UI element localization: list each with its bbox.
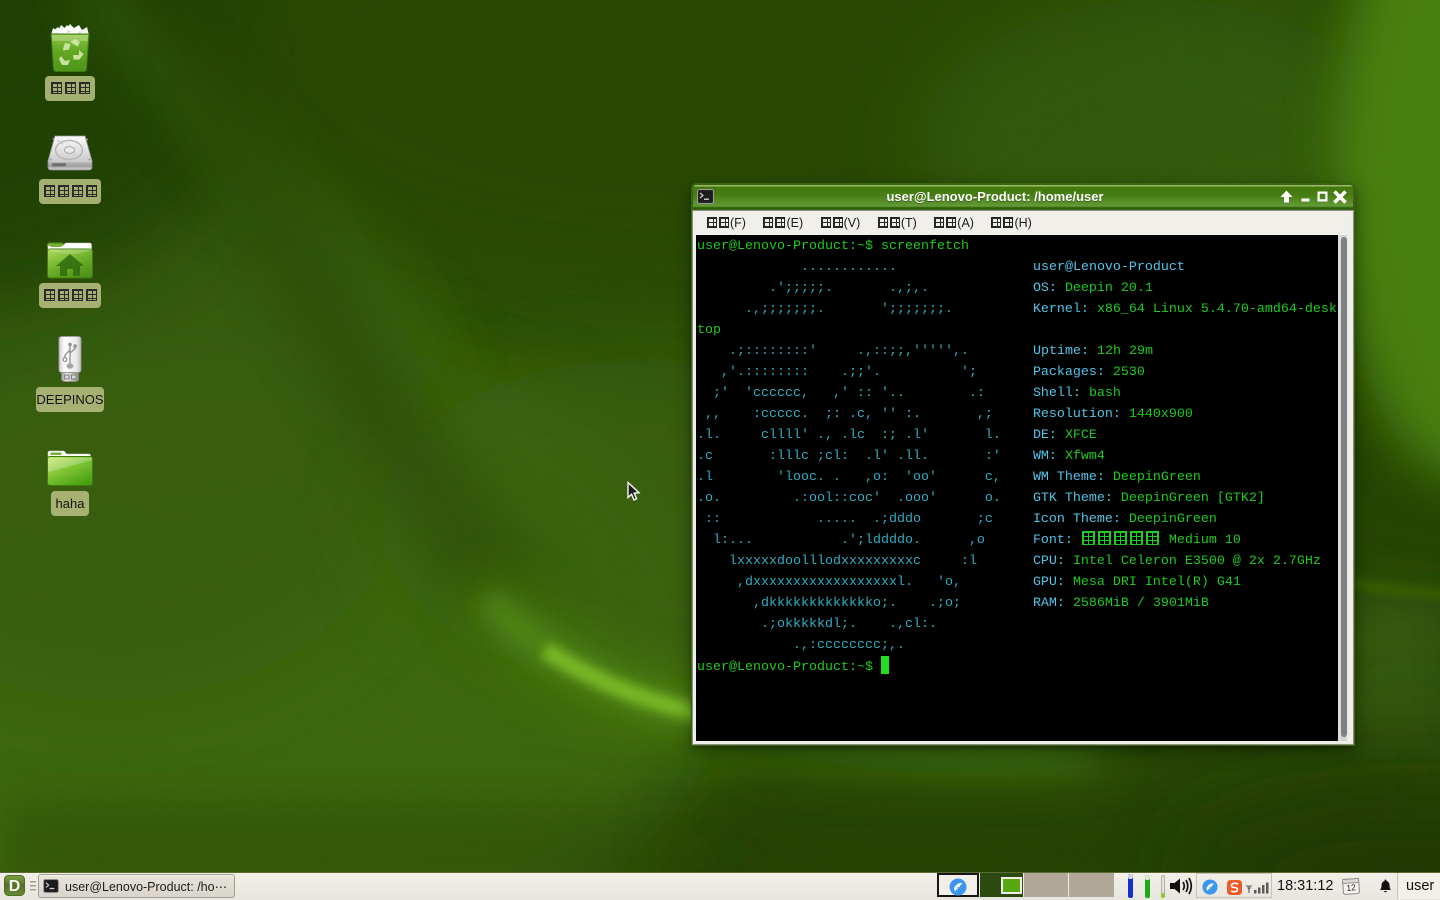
svg-text:12: 12 (1346, 882, 1356, 893)
svg-text:D: D (9, 878, 21, 895)
